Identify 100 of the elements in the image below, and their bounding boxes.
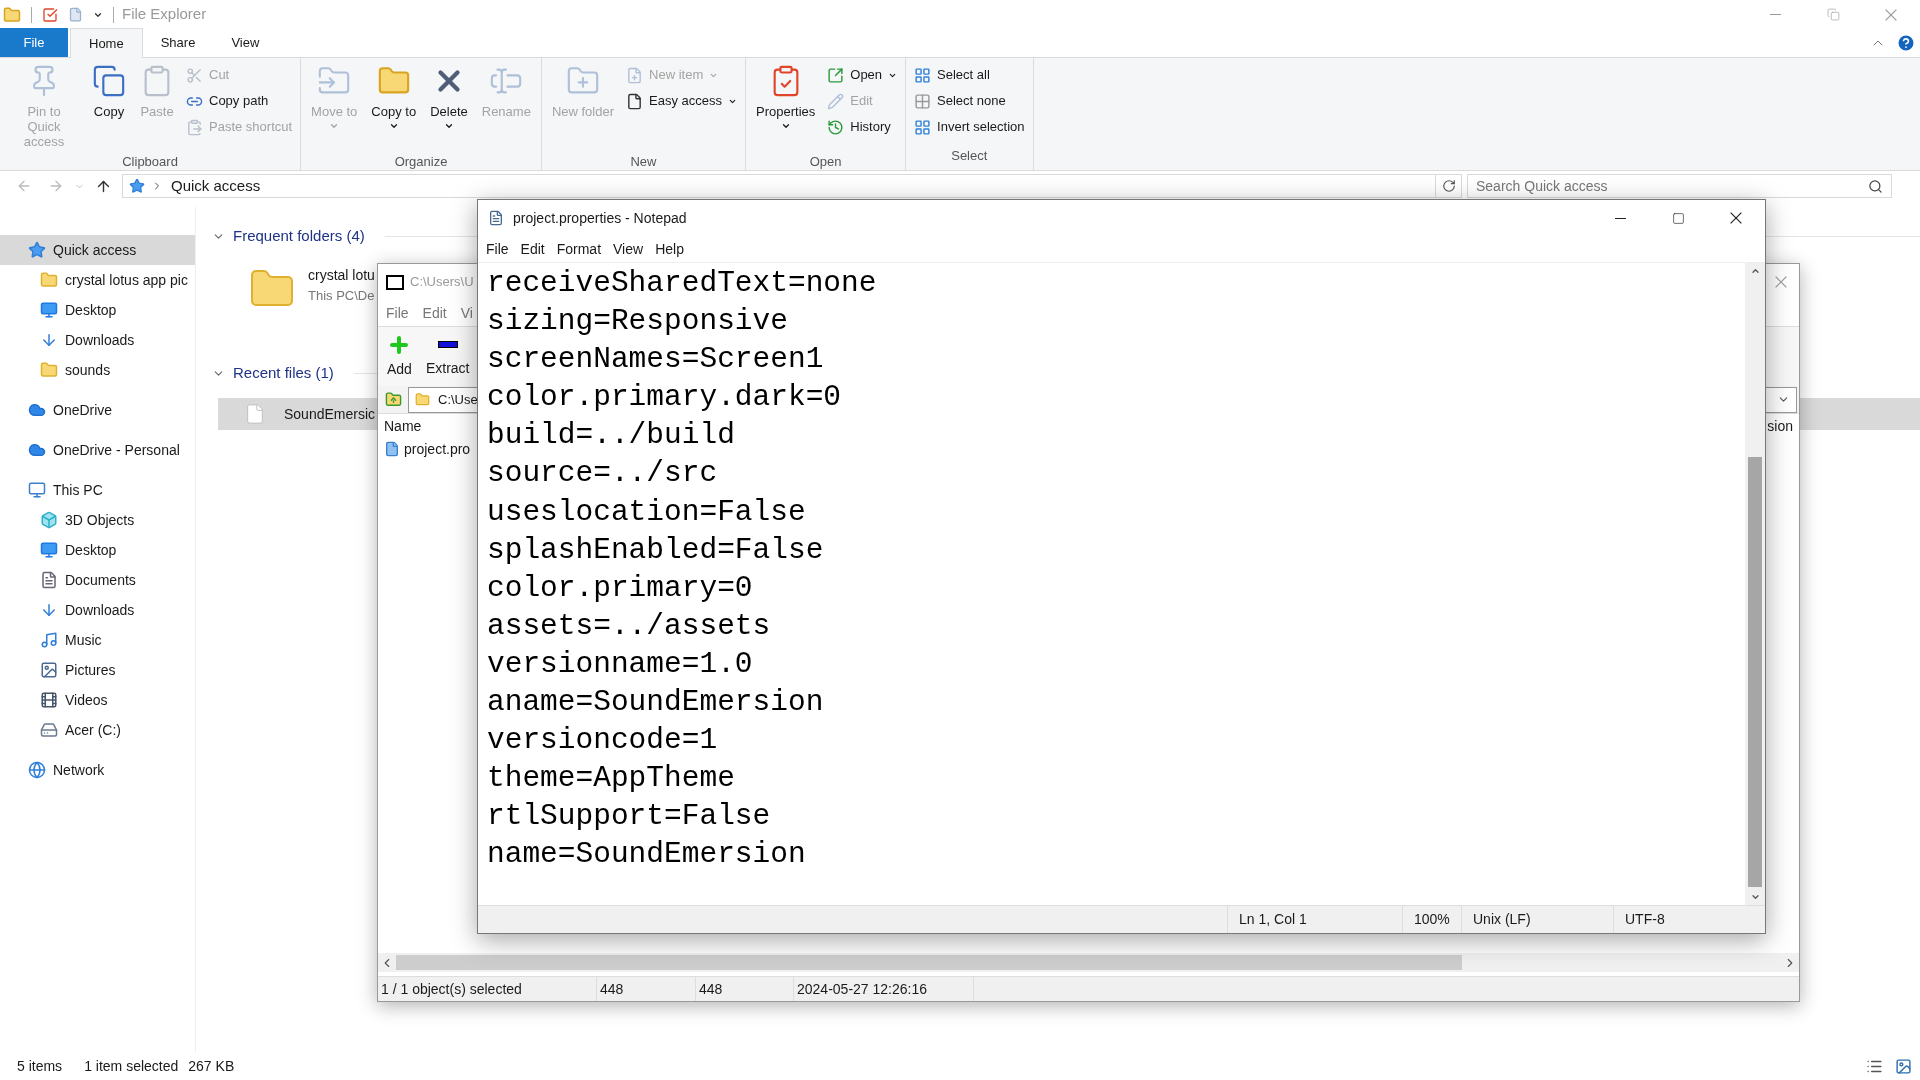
cloud-icon <box>28 401 46 419</box>
ribbon-button[interactable]: Copy path <box>182 88 297 114</box>
menu-item[interactable]: Edit <box>520 238 545 260</box>
ribbon-button[interactable]: Open <box>823 62 902 88</box>
toolbar-button[interactable]: Extract <box>425 333 470 379</box>
nav-item[interactable]: OneDrive - Personal <box>0 435 195 465</box>
text-line: build=../build <box>487 417 735 455</box>
status-cell: 448 <box>696 977 794 1001</box>
ribbon-button[interactable]: Select all <box>910 62 1029 88</box>
minus-icon <box>437 341 458 348</box>
nav-item[interactable]: Desktop <box>0 295 195 325</box>
search-field[interactable]: Search Quick access <box>1467 174 1892 198</box>
text-line: receiveSharedText=none <box>487 265 877 302</box>
text-line: rtlSupport=False <box>487 798 771 836</box>
close-icon <box>1775 276 1787 288</box>
scrollbar-thumb[interactable] <box>1748 457 1762 887</box>
nav-item[interactable]: Pictures <box>0 655 195 685</box>
checkbox-icon <box>42 6 58 23</box>
nav-item[interactable]: Documents <box>0 565 195 595</box>
text-line: screenNames=Screen1 <box>487 341 824 379</box>
maximize-icon <box>1671 211 1685 225</box>
network-icon <box>28 761 46 779</box>
file-name: SoundEmersic <box>284 404 376 424</box>
nav-item[interactable]: Desktop <box>0 535 195 565</box>
status-cell-text: UTF-8 <box>1624 910 1666 929</box>
new-file-icon <box>626 66 644 84</box>
address-path: Quick access <box>171 175 261 196</box>
cloud-icon <box>28 441 46 459</box>
caret-icon <box>443 121 454 131</box>
horizontal-scrollbar[interactable] <box>378 953 1799 972</box>
ribbon-button[interactable]: Properties <box>750 60 822 152</box>
nav-item[interactable]: OneDrive <box>0 395 195 425</box>
ribbon-button[interactable]: Select none <box>910 88 1029 114</box>
nav-item[interactable]: Quick access <box>0 235 195 265</box>
nav-item[interactable]: Downloads <box>0 595 195 625</box>
nav-item[interactable]: Videos <box>0 685 195 715</box>
menu-item[interactable]: View <box>613 238 644 260</box>
status-cell: 2024-05-27 12:26:16 <box>794 977 974 1001</box>
minimize-icon <box>1614 217 1626 219</box>
column-header[interactable]: Name <box>384 415 422 437</box>
file-icon <box>244 401 266 427</box>
music-icon <box>40 631 58 649</box>
nav-item[interactable]: crystal lotus app pic <box>0 265 195 295</box>
text-line: color.primary=0 <box>487 569 753 607</box>
menu-item[interactable]: File <box>386 302 409 324</box>
ribbon-tab[interactable]: Share <box>142 28 214 57</box>
nav-item[interactable]: Downloads <box>0 325 195 355</box>
ribbon-tab[interactable]: Home <box>70 28 143 58</box>
toolbar-button[interactable]: Add <box>387 333 412 380</box>
file-row[interactable]: project.pro <box>384 438 471 460</box>
menu-item[interactable]: Format <box>556 238 602 260</box>
section-heading: Frequent folders (4) <box>233 225 365 246</box>
status-cell: 448 <box>597 977 696 1001</box>
menu-item[interactable]: File <box>486 238 509 260</box>
nav-item[interactable]: Acer (C:) <box>0 715 195 745</box>
nav-item[interactable]: 3D Objects <box>0 505 195 535</box>
menu-item[interactable]: Edit <box>422 302 447 324</box>
vertical-scrollbar[interactable] <box>1745 263 1765 905</box>
caret-icon <box>780 121 791 131</box>
folder-up-icon <box>384 391 402 408</box>
refresh-button[interactable] <box>1436 174 1462 198</box>
folder-icon <box>3 5 21 24</box>
computer-icon <box>28 481 46 499</box>
text-line: splashEnabled=False <box>487 531 824 569</box>
scrollbar-thumb[interactable] <box>396 955 1462 970</box>
nav-item[interactable]: Music <box>0 625 195 655</box>
address-bar[interactable]: Quick access <box>122 174 1436 198</box>
folder-icon <box>40 271 58 289</box>
film-icon <box>40 691 58 709</box>
window-title: File Explorer <box>122 4 207 25</box>
file-menu-tab[interactable]: File <box>0 28 68 57</box>
ribbon-button[interactable]: Easy access <box>622 88 741 114</box>
nav-item[interactable]: Network <box>0 755 195 785</box>
menu-item[interactable]: Vi <box>460 302 473 324</box>
close-icon <box>1730 212 1742 224</box>
grid-icon <box>914 66 932 84</box>
history-icon <box>827 118 845 136</box>
file-icon <box>626 92 644 110</box>
text-line: sizing=Responsive <box>487 303 788 341</box>
ribbon-button[interactable]: Delete <box>424 60 474 152</box>
status-text: 1 item selected <box>84 1056 179 1076</box>
folder-icon <box>415 392 430 407</box>
text-line: assets=../assets <box>487 607 771 645</box>
status-text: 267 KB <box>188 1056 235 1076</box>
text-line: versionname=1.0 <box>487 645 753 683</box>
ribbon-button[interactable]: History <box>823 114 902 140</box>
caret-icon <box>329 121 340 131</box>
menu-item[interactable]: Help <box>655 238 684 260</box>
nav-item[interactable]: This PC <box>0 475 195 505</box>
ribbon-button[interactable]: Invert selection <box>910 114 1029 140</box>
status-cell: 1 / 1 object(s) selected <box>378 977 597 1001</box>
status-cell: Ln 1, Col 1 <box>1228 906 1403 933</box>
ribbon-tab[interactable]: View <box>213 28 278 57</box>
ribbon-button[interactable]: Copy <box>86 60 132 152</box>
text-line: useslocation=False <box>487 493 806 531</box>
nav-item[interactable]: sounds <box>0 355 195 385</box>
ribbon-button[interactable]: Copy to <box>365 60 423 152</box>
caret-icon <box>388 121 399 131</box>
column-header[interactable]: sion <box>1767 415 1793 437</box>
drive-icon <box>40 721 58 739</box>
